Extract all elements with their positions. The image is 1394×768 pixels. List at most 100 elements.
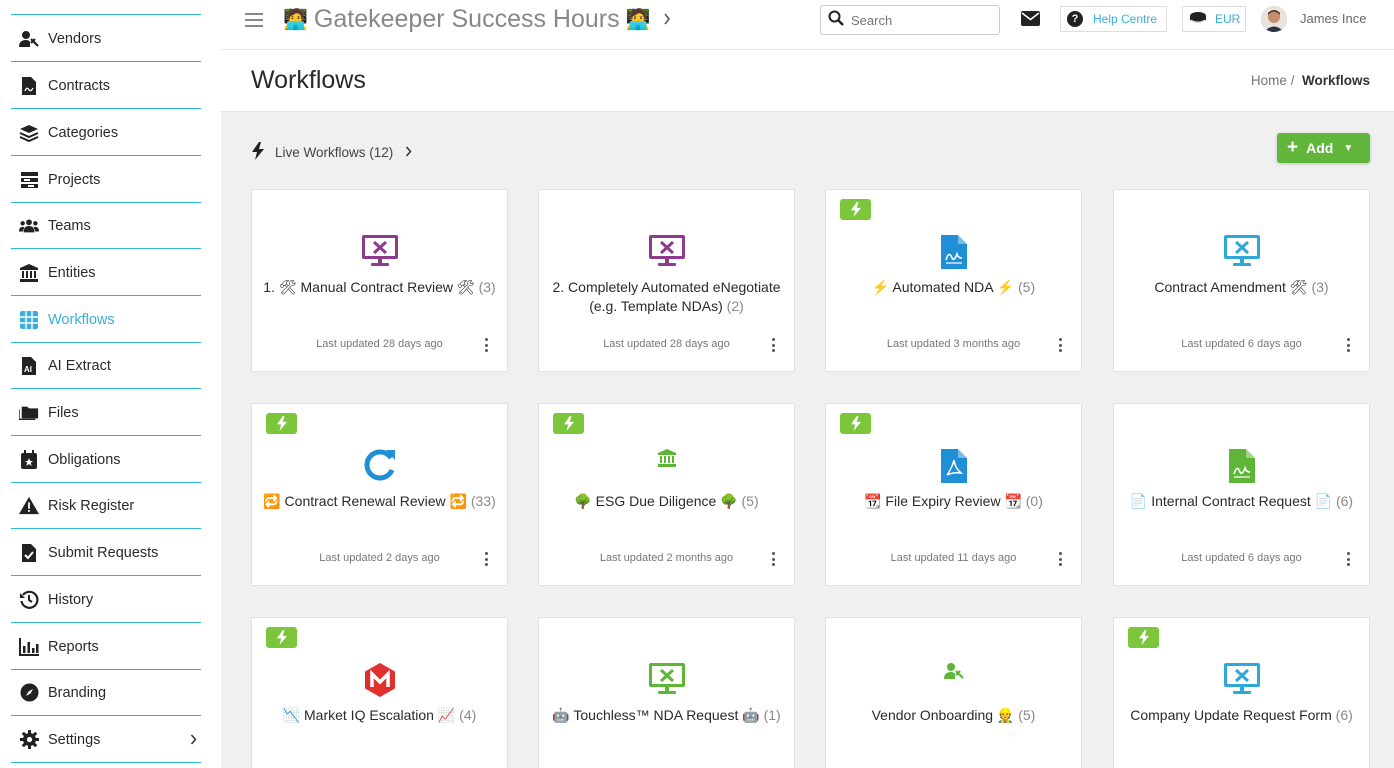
workflow-card[interactable]: Company Update Request Form (6) [1113, 617, 1370, 768]
workflow-card[interactable]: 🤖 Touchless™ NDA Request 🤖 (1) [538, 617, 795, 768]
workflow-title[interactable]: 🔁 Contract Renewal Review 🔁 (33) [260, 492, 499, 511]
sidebar-item-history[interactable]: History [11, 577, 201, 623]
workflow-title-text: 📄 Internal Contract Request 📄 [1129, 493, 1333, 509]
question-icon: ? [1067, 11, 1083, 27]
kebab-menu-icon[interactable] [1059, 552, 1063, 566]
sidebar-item-categories[interactable]: Categories [11, 110, 201, 156]
sidebar-item-risk-register[interactable]: Risk Register [11, 483, 201, 529]
workflow-title[interactable]: Vendor Onboarding 👷 (5) [834, 706, 1073, 725]
app-title[interactable]: 🧑‍💻 Gatekeeper Success Hours 🧑‍💻 [283, 5, 671, 34]
bolt-icon [251, 142, 265, 163]
workflow-title[interactable]: 🌳 ESG Due Diligence 🌳 (5) [547, 492, 786, 511]
signature-file-icon [826, 234, 1081, 270]
workflow-count: (6) [1335, 707, 1353, 723]
workflow-count: (1) [763, 707, 781, 723]
kebab-menu-icon[interactable] [772, 338, 776, 352]
workflow-title[interactable]: ⚡ Automated NDA ⚡ (5) [834, 278, 1073, 297]
workflow-title-text: 📉 Market IQ Escalation 📈 [282, 707, 456, 723]
presentation-tools-icon [539, 662, 794, 698]
sidebar-item-vendors[interactable]: Vendors [11, 16, 201, 62]
sidebar-item-reports[interactable]: Reports [11, 624, 201, 670]
workflow-card[interactable]: 2. Completely Automated eNegotiate (e.g.… [538, 189, 795, 372]
contract-icon [19, 76, 39, 96]
search-input[interactable] [851, 12, 991, 28]
mail-icon[interactable] [1021, 11, 1040, 31]
bank-icon [539, 448, 794, 484]
app-title-text: Gatekeeper Success Hours [313, 5, 620, 33]
workflow-title-text: Vendor Onboarding 👷 [871, 707, 1015, 723]
workflow-title-text: Contract Amendment 🛠 [1154, 279, 1308, 295]
workflow-card[interactable]: 📉 Market IQ Escalation 📈 (4) [251, 617, 508, 768]
live-badge [840, 199, 871, 220]
workflow-card[interactable]: 🔁 Contract Renewal Review 🔁 (33) Last upd… [251, 403, 508, 586]
last-updated: Last updated 2 days ago [319, 552, 440, 564]
signature-file-icon [1114, 448, 1369, 484]
kebab-menu-icon[interactable] [485, 338, 489, 352]
svg-text:AI: AI [24, 365, 32, 374]
sidebar-item-branding[interactable]: Branding [11, 670, 201, 716]
workflow-card[interactable]: ⚡ Automated NDA ⚡ (5) Last updated 3 mont… [825, 189, 1082, 372]
workflow-title[interactable]: Contract Amendment 🛠 (3) [1122, 278, 1361, 297]
sidebar-item-workflows[interactable]: Workflows [11, 297, 201, 343]
add-label: Add [1306, 140, 1334, 156]
workflow-title[interactable]: 🤖 Touchless™ NDA Request 🤖 (1) [547, 706, 786, 725]
workflow-count: (0) [1025, 493, 1043, 509]
workflow-card[interactable]: 📆 File Expiry Review 📆 (0) Last updated 1… [825, 403, 1082, 586]
sidebar-item-ai-extract[interactable]: AI AI Extract [11, 343, 201, 389]
live-workflows-toggle[interactable]: Live Workflows (12) [251, 142, 412, 163]
gear-icon [19, 730, 39, 750]
workflow-title-text: 🌳 ESG Due Diligence 🌳 [574, 493, 738, 509]
sidebar-item-label: Files [48, 404, 79, 421]
kebab-menu-icon[interactable] [1059, 338, 1063, 352]
presentation-tools-icon [1114, 234, 1369, 270]
kebab-menu-icon[interactable] [1347, 338, 1351, 352]
workflow-title-text: 2. Completely Automated eNegotiate (e.g.… [552, 279, 781, 314]
workflow-title[interactable]: 📉 Market IQ Escalation 📈 (4) [260, 706, 499, 725]
sidebar-item-settings[interactable]: Settings [11, 717, 201, 763]
workflow-title[interactable]: 📆 File Expiry Review 📆 (0) [834, 492, 1073, 511]
workflow-count: (33) [470, 493, 496, 509]
ai-file-icon: AI [19, 356, 39, 376]
breadcrumb-separator: / [1290, 73, 1295, 88]
live-badge [1128, 627, 1159, 648]
sidebar-item-files[interactable]: Files [11, 390, 201, 436]
kebab-menu-icon[interactable] [772, 552, 776, 566]
history-icon [19, 590, 39, 610]
sidebar-item-projects[interactable]: Projects [11, 157, 201, 203]
workflow-card[interactable]: Vendor Onboarding 👷 (5) [825, 617, 1082, 768]
workflow-card[interactable]: 1. 🛠 Manual Contract Review 🛠 (3) Last up… [251, 189, 508, 372]
workflow-title[interactable]: 1. 🛠 Manual Contract Review 🛠 (3) [260, 278, 499, 297]
workflow-title[interactable]: 2. Completely Automated eNegotiate (e.g.… [547, 278, 786, 316]
presentation-tools-icon [1114, 662, 1369, 698]
add-workflow-button[interactable]: + Add ▼ [1277, 133, 1370, 163]
user-name[interactable]: James Ince [1300, 11, 1366, 26]
help-centre-button[interactable]: ? Help Centre [1060, 6, 1167, 32]
sidebar-item-submit-requests[interactable]: Submit Requests [11, 530, 201, 576]
sidebar-item-entities[interactable]: Entities [11, 250, 201, 296]
live-workflows-label: Live Workflows (12) [275, 145, 394, 160]
sidebar-item-contracts[interactable]: Contracts [11, 63, 201, 109]
avatar[interactable] [1261, 6, 1287, 32]
workflow-title[interactable]: Company Update Request Form (6) [1122, 706, 1361, 725]
breadcrumb-home[interactable]: Home [1251, 73, 1287, 88]
workflow-title-text: 🤖 Touchless™ NDA Request 🤖 [552, 707, 760, 723]
file-check-icon [19, 543, 39, 563]
chevron-right-icon [190, 732, 197, 748]
workflow-title[interactable]: 📄 Internal Contract Request 📄 (6) [1122, 492, 1361, 511]
hamburger-menu-icon[interactable] [245, 13, 263, 27]
grid-icon [19, 310, 39, 330]
workflow-card[interactable]: Contract Amendment 🛠 (3) Last updated 6 d… [1113, 189, 1370, 372]
bar-chart-icon [19, 637, 39, 657]
workflow-card[interactable]: 🌳 ESG Due Diligence 🌳 (5) Last updated 2 … [538, 403, 795, 586]
sidebar-item-obligations[interactable]: Obligations [11, 437, 201, 483]
kebab-menu-icon[interactable] [485, 552, 489, 566]
kebab-menu-icon[interactable] [1347, 552, 1351, 566]
search-box[interactable] [820, 5, 1000, 35]
currency-button[interactable]: EUR [1182, 6, 1246, 32]
workflows-main: Live Workflows (12) + Add ▼ 1. 🛠 Manual … [221, 112, 1394, 768]
workflow-card[interactable]: 📄 Internal Contract Request 📄 (6) Last up… [1113, 403, 1370, 586]
sidebar-item-teams[interactable]: Teams [11, 203, 201, 249]
sidebar-item-label: Teams [48, 217, 91, 234]
warning-icon [19, 496, 39, 516]
workflow-title-text: 1. 🛠 Manual Contract Review 🛠 [263, 279, 475, 295]
